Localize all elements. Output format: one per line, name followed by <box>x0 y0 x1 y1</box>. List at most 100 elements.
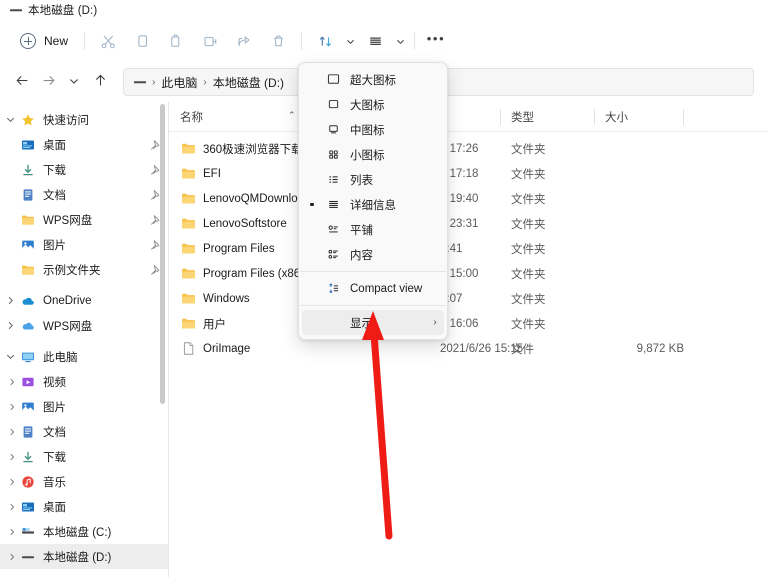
sidebar-item-pictures-pc[interactable]: 图片 <box>0 394 168 419</box>
sidebar-group-this-pc[interactable]: 此电脑 <box>0 344 168 369</box>
sidebar-item-downloads[interactable]: 下载 <box>0 157 168 182</box>
menu-item-medium-icons[interactable]: 中图标 <box>302 117 444 142</box>
sidebar-group-wps-cloud[interactable]: WPS网盘 <box>0 313 168 338</box>
medium-icons-icon <box>322 122 344 137</box>
delete-button[interactable] <box>261 26 295 56</box>
paste-button[interactable] <box>159 26 193 56</box>
cut-button[interactable] <box>91 26 125 56</box>
sort-arrows-icon-wrap[interactable] <box>308 26 342 56</box>
folder-icon <box>180 141 196 157</box>
rename-button[interactable] <box>193 26 227 56</box>
sidebar-group-quick-access[interactable]: 快速访问 <box>0 107 168 132</box>
chevron-right-icon[interactable] <box>0 313 20 338</box>
menu-item-content[interactable]: 内容 <box>302 242 444 267</box>
file-name: 360极速浏览器下载 <box>203 141 303 157</box>
sidebar-item-documents[interactable]: 文档 <box>0 182 168 207</box>
sidebar-item-desktop[interactable]: 桌面 <box>0 132 168 157</box>
recent-locations-button[interactable] <box>61 69 87 95</box>
menu-separator-1 <box>300 271 446 272</box>
toolbar-divider-1 <box>84 32 85 50</box>
file-name: Program Files (x86) <box>203 268 304 280</box>
chevron-down-icon <box>69 75 79 89</box>
file-rows-container: 360极速浏览器下载 3 17:26 文件夹 EFI 6 17:18 文件夹 <box>169 132 768 361</box>
chevron-right-icon[interactable] <box>4 494 20 519</box>
selected-bullet-icon <box>310 203 314 207</box>
sidebar-item-wps-drive[interactable]: WPS网盘 <box>0 207 168 232</box>
chevron-right-icon[interactable] <box>4 394 20 419</box>
plus-circle-icon <box>20 33 36 49</box>
chevron-right-icon[interactable] <box>4 369 20 394</box>
chevron-right-icon[interactable] <box>4 419 20 444</box>
sidebar-item-local-disk-d[interactable]: 本地磁盘 (D:) <box>0 544 168 569</box>
sidebar-group-label-wps-cloud: WPS网盘 <box>43 318 162 334</box>
toolbar-divider-3 <box>414 32 415 50</box>
file-type: 文件夹 <box>500 241 594 257</box>
chevron-right-icon[interactable] <box>4 444 20 469</box>
back-button[interactable] <box>9 69 35 95</box>
view-lines-icon-wrap[interactable] <box>358 26 392 56</box>
table-row[interactable]: Program Files 2:41 文件夹 <box>169 236 768 261</box>
download-icon <box>20 162 36 178</box>
breadcrumb-part-this-pc[interactable]: 此电脑 <box>157 74 201 91</box>
sidebar-item-music[interactable]: 音乐 <box>0 469 168 494</box>
sidebar-item-label: 文档 <box>43 424 162 440</box>
menu-item-list[interactable]: 列表 <box>302 167 444 192</box>
chevron-down-icon[interactable] <box>0 344 20 369</box>
chevron-right-icon[interactable] <box>4 544 20 569</box>
more-options-button[interactable]: ••• <box>421 26 451 56</box>
videos-icon <box>20 374 36 390</box>
sidebar-item-pictures[interactable]: 图片 <box>0 232 168 257</box>
menu-item-show[interactable]: 显示 › <box>302 310 444 335</box>
column-header-type[interactable]: 类型 <box>500 102 594 132</box>
menu-item-small-icons[interactable]: 小图标 <box>302 142 444 167</box>
sidebar-group-onedrive[interactable]: OneDrive <box>0 288 168 313</box>
sidebar-item-desktop-pc[interactable]: 桌面 <box>0 494 168 519</box>
table-row[interactable]: OriImage 2021/6/26 15:15 文件 9,872 KB <box>169 336 768 361</box>
sidebar-item-downloads-pc[interactable]: 下载 <box>0 444 168 469</box>
sidebar-item-videos[interactable]: 视频 <box>0 369 168 394</box>
menu-check-slot <box>302 203 322 207</box>
menu-item-details[interactable]: 详细信息 <box>302 192 444 217</box>
sort-chevron-down-icon[interactable] <box>342 26 358 56</box>
file-type: 文件夹 <box>500 291 594 307</box>
new-button[interactable]: New <box>14 27 78 55</box>
menu-item-large-icons[interactable]: 大图标 <box>302 92 444 117</box>
copy-button[interactable] <box>125 26 159 56</box>
forward-button[interactable] <box>35 69 61 95</box>
menu-item-label: 显示 <box>344 315 426 331</box>
sidebar-item-label: 下载 <box>43 449 162 465</box>
up-button[interactable] <box>87 69 113 95</box>
table-row[interactable]: 用户 7 16:06 文件夹 <box>169 311 768 336</box>
share-button[interactable] <box>227 26 261 56</box>
chevron-right-icon[interactable] <box>4 519 20 544</box>
menu-item-extra-large-icons[interactable]: 超大图标 <box>302 67 444 92</box>
chevron-down-icon[interactable] <box>0 107 20 132</box>
small-icons-icon <box>322 147 344 162</box>
view-button[interactable] <box>358 26 408 56</box>
sidebar-item-documents-pc[interactable]: 文档 <box>0 419 168 444</box>
folder-icon <box>180 241 196 257</box>
menu-item-tiles[interactable]: 平铺 <box>302 217 444 242</box>
chevron-right-icon[interactable] <box>0 288 20 313</box>
pc-icon <box>20 349 36 365</box>
table-row[interactable]: EFI 6 17:18 文件夹 <box>169 161 768 186</box>
table-row[interactable]: LenovoQMDownload 6 19:40 文件夹 <box>169 186 768 211</box>
view-chevron-down-icon[interactable] <box>392 26 408 56</box>
table-row[interactable]: Windows 4:07 文件夹 <box>169 286 768 311</box>
table-row[interactable]: 360极速浏览器下载 3 17:26 文件夹 <box>169 136 768 161</box>
table-row[interactable]: LenovoSoftstore 6 23:31 文件夹 <box>169 211 768 236</box>
details-icon <box>322 197 344 212</box>
navigation-pane-scrollbar[interactable] <box>160 104 165 404</box>
window-title: 本地磁盘 (D:) <box>28 2 97 18</box>
sort-button[interactable] <box>308 26 358 56</box>
column-header-size[interactable]: 大小 <box>594 102 684 132</box>
table-row[interactable]: Program Files (x86) 6 15:00 文件夹 <box>169 261 768 286</box>
view-dropdown-menu: 超大图标 大图标 中图标 <box>298 62 448 340</box>
chevron-right-icon[interactable] <box>4 469 20 494</box>
sidebar-item-local-disk-c[interactable]: 本地磁盘 (C:) <box>0 519 168 544</box>
breadcrumb-part-local-disk-d[interactable]: 本地磁盘 (D:) <box>209 74 288 91</box>
sidebar-item-label: 图片 <box>43 399 162 415</box>
sidebar-item-sample-folder[interactable]: 示例文件夹 <box>0 257 168 282</box>
menu-item-compact-view[interactable]: Compact view <box>302 276 444 301</box>
folder-icon <box>180 316 196 332</box>
